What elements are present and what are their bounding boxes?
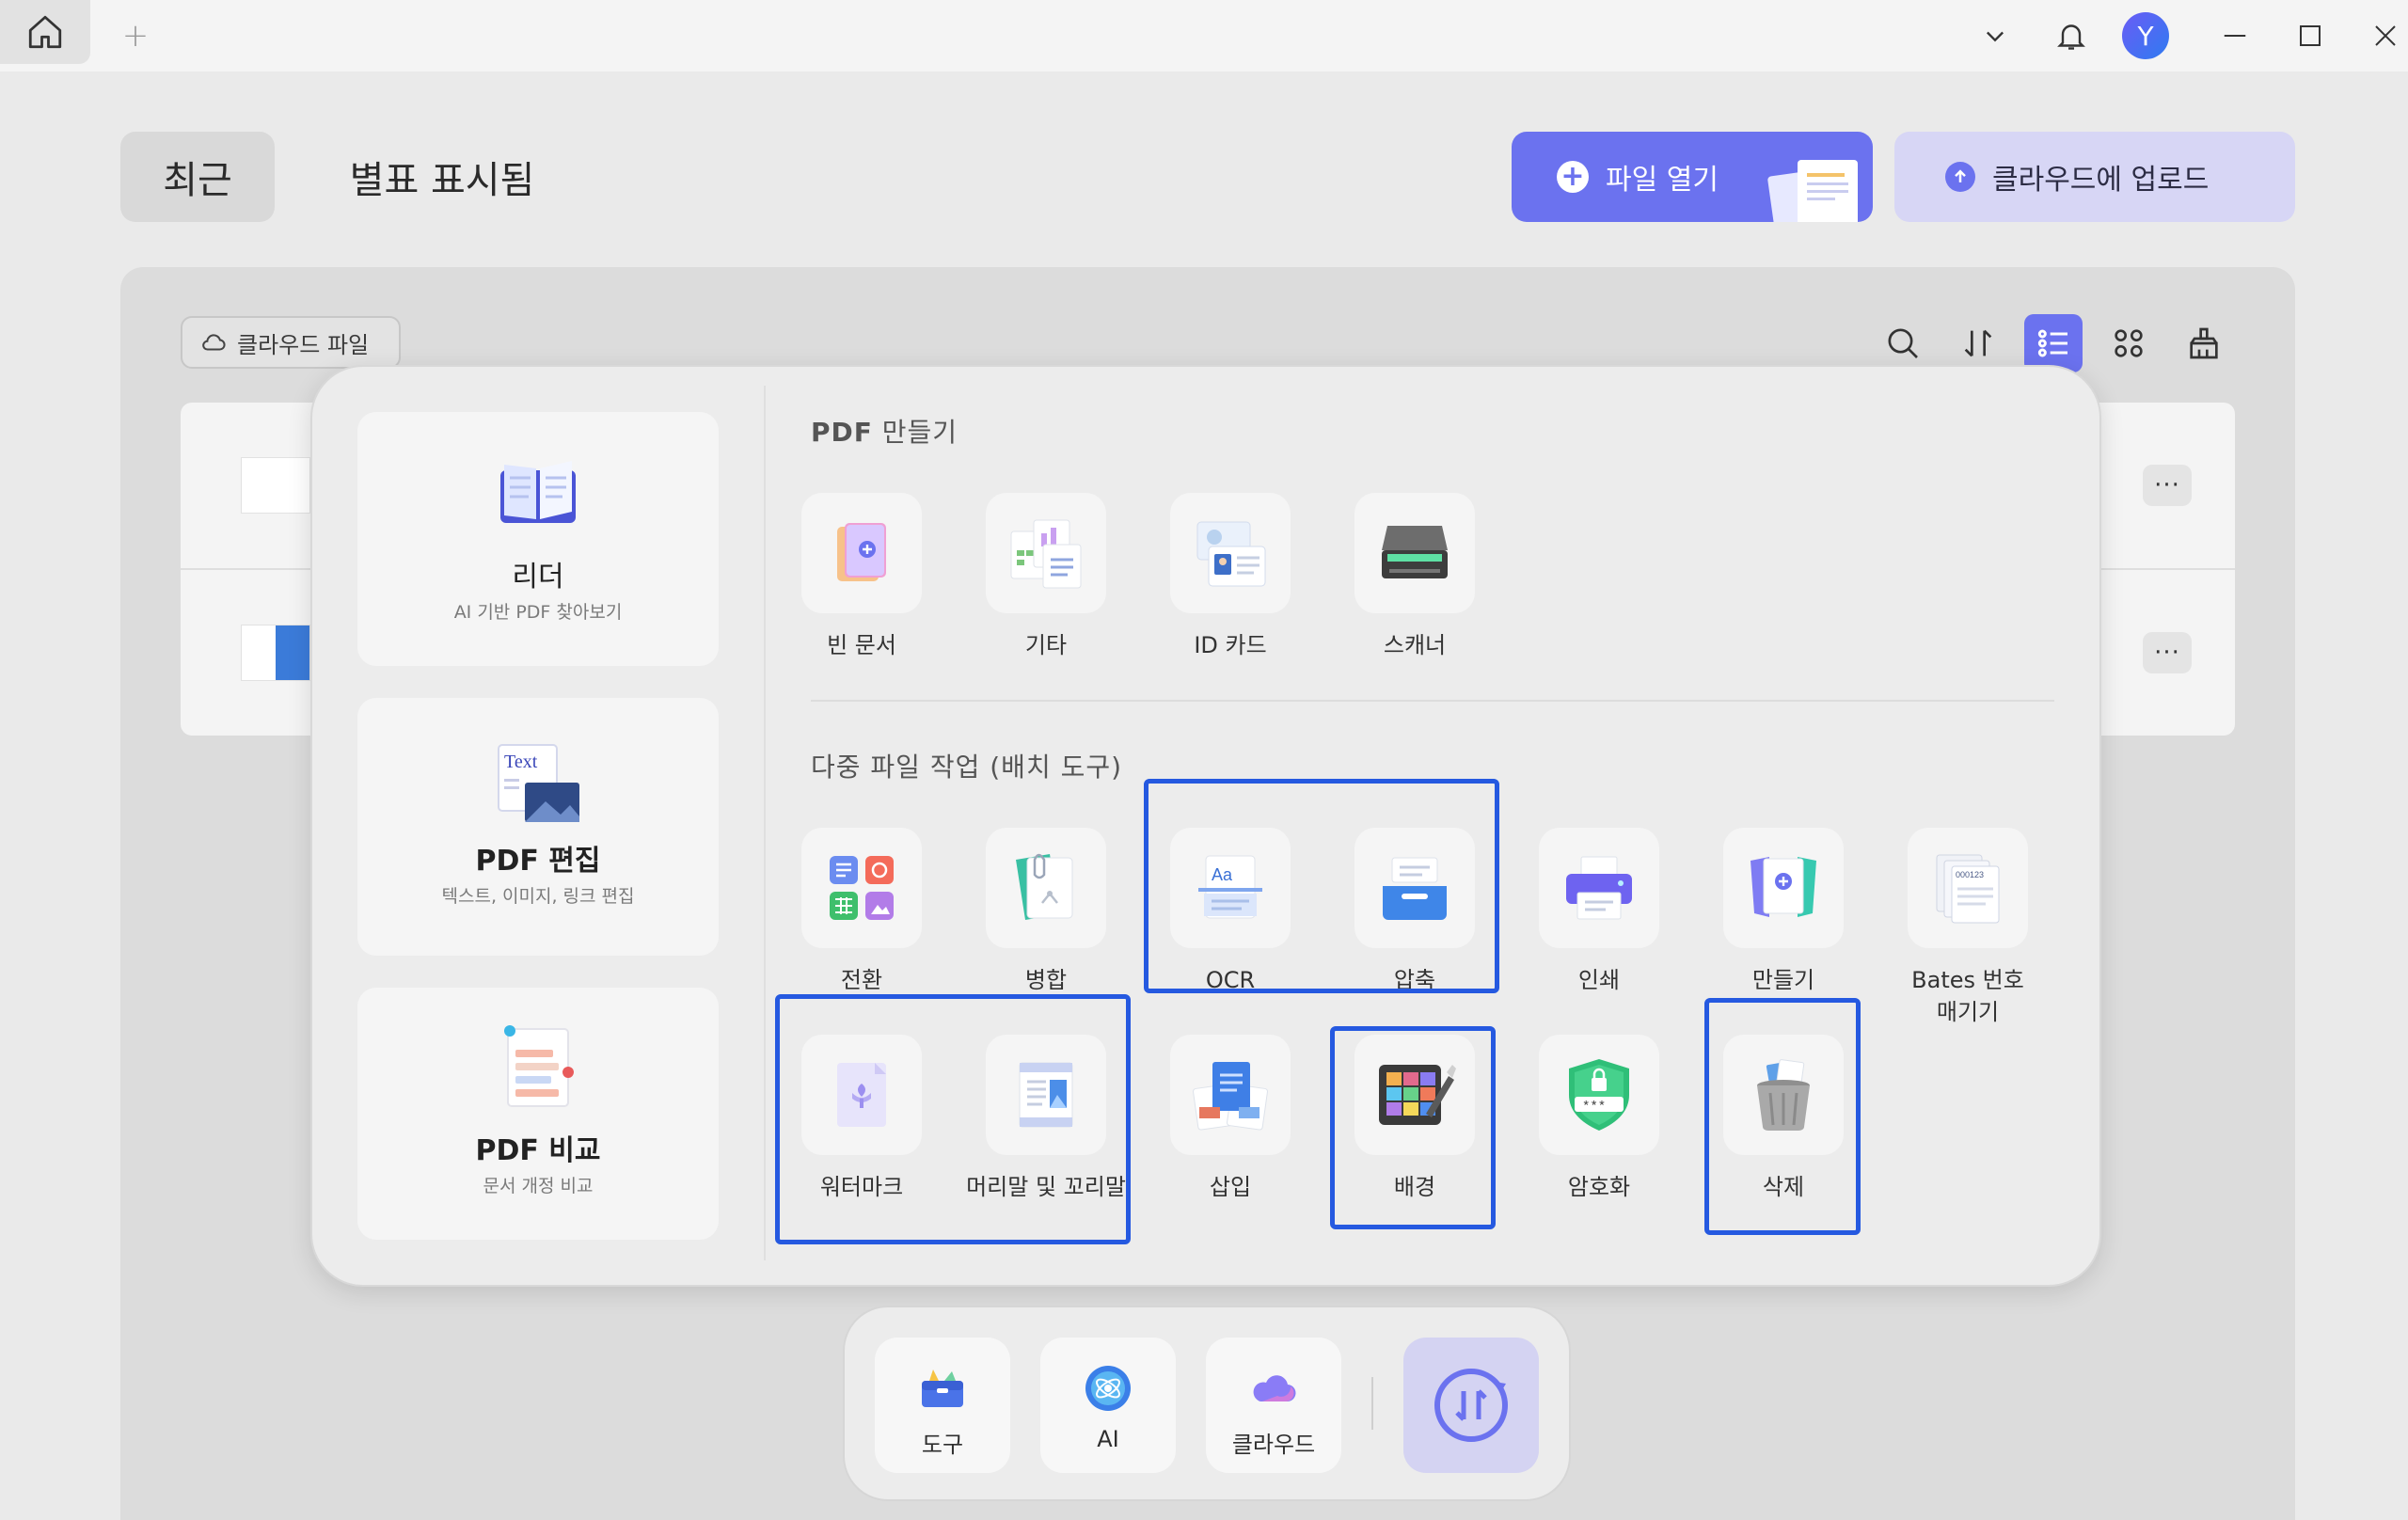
mode-title: 리더 (512, 561, 564, 594)
clear-brush-icon[interactable] (2175, 314, 2233, 372)
home-icon (28, 15, 62, 49)
mode-subtitle: AI 기반 PDF 찾아보기 (453, 602, 623, 623)
maximize-icon[interactable] (2288, 13, 2333, 58)
highlight-delete (1704, 998, 1861, 1235)
minimize-icon[interactable] (2212, 13, 2258, 58)
grid-view-icon[interactable] (2099, 314, 2158, 372)
pdf-compare-mode-card[interactable]: PDF 비교 문서 개정 비교 (357, 988, 719, 1240)
text-edit-icon: Text (498, 744, 579, 822)
open-file-button[interactable]: + 파일 열기 (1512, 132, 1873, 222)
dock-label: 클라우드 (1231, 1432, 1316, 1458)
mode-title: PDF 비교 (475, 1134, 601, 1167)
sort-icon[interactable] (1949, 314, 2007, 372)
upload-cloud-button[interactable]: 클라우드에 업로드 (1894, 132, 2295, 222)
tool-label: 만들기 (1751, 967, 1815, 993)
encrypt-icon: *** (1539, 1035, 1659, 1155)
mode-title: PDF 편집 (475, 845, 601, 878)
cloud-files-label: 클라우드 파일 (237, 331, 370, 358)
dock-separator (1371, 1377, 1373, 1430)
dock-tools[interactable]: 도구 (875, 1338, 1010, 1473)
more-options-button[interactable]: ··· (2143, 465, 2192, 506)
file-thumbnail[interactable] (241, 625, 310, 681)
search-icon[interactable] (1874, 314, 1932, 372)
more-options-button[interactable]: ··· (2143, 632, 2192, 673)
cloud-outline-icon (202, 334, 226, 351)
tool-label: 인쇄 (1577, 967, 1621, 993)
tool-label: 기타 (1024, 632, 1068, 658)
svg-text:***: *** (1582, 1100, 1606, 1115)
highlight-watermark-header (775, 994, 1131, 1244)
upload-label: 클라우드에 업로드 (1992, 164, 2210, 197)
merge-icon (986, 828, 1106, 948)
upload-arrow-icon (1945, 162, 1975, 192)
new-tab-button[interactable]: + (113, 13, 158, 58)
blank-doc-icon (801, 493, 922, 613)
convert-icon (801, 828, 922, 948)
dock-cloud[interactable]: 클라우드 (1206, 1338, 1341, 1473)
reader-mode-card[interactable]: 리더 AI 기반 PDF 찾아보기 (357, 412, 719, 666)
create-section-title: PDF 만들기 (811, 417, 958, 448)
tool-label: ID 카드 (1194, 632, 1267, 658)
create-icon (1723, 828, 1844, 948)
title-bar: + Y (0, 0, 2408, 71)
svg-text:Text: Text (504, 752, 538, 772)
id-card-icon (1170, 493, 1291, 613)
highlight-ocr-compress (1144, 779, 1499, 993)
batch-convert-icon (1434, 1369, 1508, 1442)
insert-icon (1170, 1035, 1291, 1155)
dock-batch-button[interactable] (1403, 1338, 1539, 1473)
batch-section-title: 다중 파일 작업 (배치 도구) (811, 752, 1123, 783)
tool-label: Bates 번호 매기기 (1911, 967, 2024, 1025)
close-icon[interactable] (2363, 13, 2408, 58)
print-icon (1539, 828, 1659, 948)
documents-decoration-icon (1767, 160, 1858, 222)
chevron-down-icon[interactable] (1972, 13, 2018, 58)
tab-recent[interactable]: 최근 (120, 132, 275, 222)
dock-label: 도구 (921, 1432, 964, 1458)
popup-divider (764, 386, 766, 1260)
bates-icon: 000123 (1908, 828, 2028, 948)
mode-subtitle: 문서 개정 비교 (483, 1176, 594, 1196)
bell-icon[interactable] (2049, 13, 2094, 58)
section-divider (811, 700, 2054, 702)
toolbox-icon (922, 1370, 963, 1407)
tool-label: 암호화 (1567, 1174, 1631, 1200)
tab-starred[interactable]: 별표 표시됨 (310, 132, 574, 222)
highlight-background (1330, 1026, 1496, 1229)
tool-label: 전환 (840, 967, 883, 993)
home-tab[interactable] (0, 0, 90, 64)
cloud-files-filter[interactable]: 클라우드 파일 (181, 316, 401, 369)
open-file-label: 파일 열기 (1606, 164, 1719, 197)
file-thumbnail[interactable] (241, 457, 310, 514)
svg-text:000123: 000123 (1956, 870, 1984, 879)
dock-ai[interactable]: AI (1040, 1338, 1176, 1473)
tool-label: 스캐너 (1383, 632, 1447, 658)
compare-icon (504, 1025, 574, 1107)
scanner-icon (1354, 493, 1475, 613)
list-view-icon[interactable] (2024, 314, 2083, 372)
avatar[interactable]: Y (2122, 12, 2169, 59)
ai-icon (1085, 1366, 1131, 1411)
other-files-icon (986, 493, 1106, 613)
plus-circle-icon: + (1557, 161, 1589, 193)
cloud-icon (1253, 1375, 1296, 1402)
pdf-edit-mode-card[interactable]: Text PDF 편집 텍스트, 이미지, 링크 편집 (357, 698, 719, 956)
tool-label: 빈 문서 (827, 632, 896, 658)
mode-subtitle: 텍스트, 이미지, 링크 편집 (441, 886, 635, 907)
dock-label: AI (1097, 1426, 1119, 1452)
book-icon (500, 461, 576, 523)
tool-label: 삽입 (1209, 1174, 1252, 1200)
tool-label: 병합 (1024, 967, 1068, 993)
